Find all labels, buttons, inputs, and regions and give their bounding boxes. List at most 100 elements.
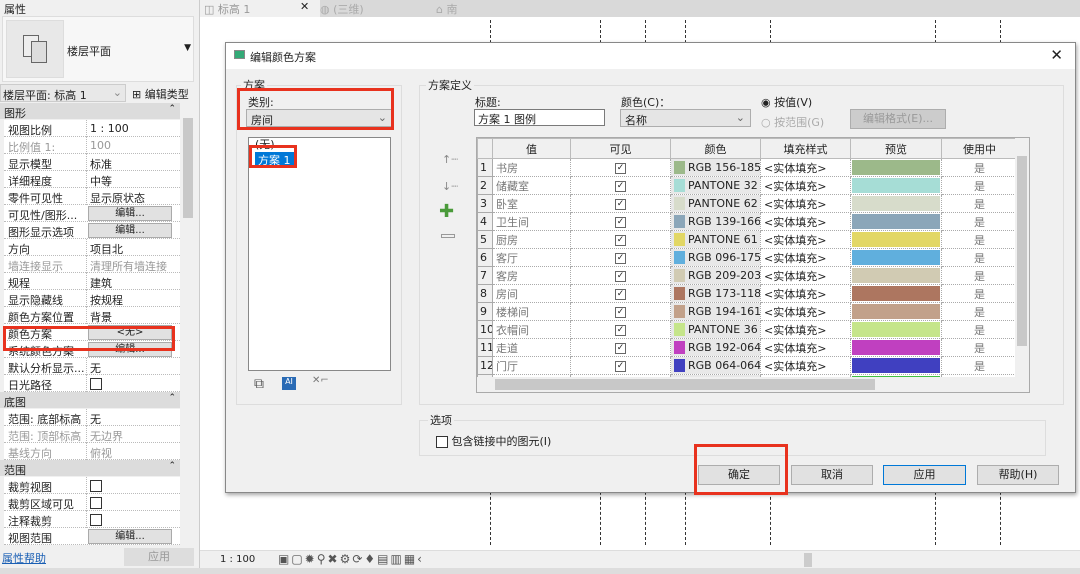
- property-button[interactable]: <无>: [88, 325, 172, 340]
- collapse-icon[interactable]: ⌃: [168, 104, 176, 114]
- collapse-icon[interactable]: ⌃: [168, 461, 176, 471]
- value-cell[interactable]: 衣帽间: [492, 320, 571, 339]
- ok-button[interactable]: 确定: [698, 465, 780, 485]
- column-header[interactable]: 预览: [850, 138, 942, 159]
- property-value[interactable]: 显示原状态: [86, 188, 180, 205]
- tab-level-1[interactable]: ◫ 标高 1 ✕: [200, 0, 320, 17]
- color-cell[interactable]: RGB 096-175-: [670, 248, 761, 267]
- column-header[interactable]: 使用中: [941, 138, 1018, 159]
- help-button[interactable]: 帮助(H): [977, 465, 1059, 485]
- visible-cell[interactable]: ✓: [570, 302, 671, 321]
- fill-pattern-cell[interactable]: <实体填充>: [760, 284, 851, 303]
- column-header[interactable]: 颜色: [670, 138, 761, 159]
- move-down-icon[interactable]: ↓┈: [442, 180, 458, 193]
- scheme-item-selected[interactable]: 方案 1: [255, 152, 294, 168]
- value-cell[interactable]: 卧室: [492, 194, 571, 213]
- table-row[interactable]: 5 厨房 ✓ PANTONE 61 <实体填充> 是: [477, 230, 1018, 249]
- property-checkbox[interactable]: [90, 514, 102, 526]
- checkbox-checked-icon[interactable]: ✓: [615, 180, 626, 192]
- checkbox-checked-icon[interactable]: ✓: [615, 288, 626, 300]
- color-cell[interactable]: RGB 173-118-: [670, 284, 761, 303]
- checkbox-checked-icon[interactable]: ✓: [615, 198, 626, 210]
- value-cell[interactable]: 厨房: [492, 230, 571, 249]
- column-header[interactable]: 填充样式: [760, 138, 851, 159]
- checkbox-checked-icon[interactable]: ✓: [615, 360, 626, 372]
- include-links-checkbox[interactable]: 包含链接中的图元(I): [436, 433, 551, 449]
- table-row[interactable]: 6 客厅 ✓ RGB 096-175- <实体填充> 是: [477, 248, 1018, 267]
- table-row[interactable]: 1 书房 ✓ RGB 156-185- <实体填充> 是: [477, 158, 1018, 177]
- remove-value-icon[interactable]: [441, 234, 455, 238]
- property-value[interactable]: 无: [86, 409, 180, 426]
- visible-cell[interactable]: ✓: [570, 212, 671, 231]
- color-cell[interactable]: RGB 064-064-: [670, 356, 761, 375]
- table-row[interactable]: 3 卧室 ✓ PANTONE 62 <实体填充> 是: [477, 194, 1018, 213]
- checkbox-checked-icon[interactable]: ✓: [615, 270, 626, 282]
- fill-pattern-cell[interactable]: <实体填充>: [760, 302, 851, 321]
- property-value[interactable]: 中等: [86, 171, 180, 188]
- visible-cell[interactable]: ✓: [570, 284, 671, 303]
- value-cell[interactable]: 房间: [492, 284, 571, 303]
- property-value[interactable]: 标准: [86, 154, 180, 171]
- fill-pattern-cell[interactable]: <实体填充>: [760, 248, 851, 267]
- table-row[interactable]: 12 门厅 ✓ RGB 064-064- <实体填充> 是: [477, 356, 1018, 375]
- apply-button[interactable]: 应用: [883, 465, 966, 485]
- checkbox-checked-icon[interactable]: ✓: [615, 234, 626, 246]
- visible-cell[interactable]: ✓: [570, 158, 671, 177]
- property-button[interactable]: 编辑...: [88, 529, 172, 544]
- checkbox-checked-icon[interactable]: ✓: [615, 216, 626, 228]
- view-selector[interactable]: 楼层平面: 标高 1 ⌄: [0, 84, 126, 102]
- edit-format-button[interactable]: 编辑格式(E)...: [850, 109, 946, 129]
- delete-scheme-icon[interactable]: ✕⌐: [312, 375, 329, 386]
- scheme-list[interactable]: (无) 方案 1: [248, 137, 391, 371]
- property-value[interactable]: 背景: [86, 307, 180, 324]
- fill-pattern-cell[interactable]: <实体填充>: [760, 356, 851, 375]
- scrollbar-thumb[interactable]: [183, 118, 193, 218]
- property-checkbox[interactable]: [90, 497, 102, 509]
- property-checkbox[interactable]: [90, 480, 102, 492]
- section-header[interactable]: 图形 ⌃: [0, 103, 180, 120]
- property-button[interactable]: 编辑...: [88, 206, 172, 221]
- fill-pattern-cell[interactable]: <实体填充>: [760, 212, 851, 231]
- table-row[interactable]: 8 房间 ✓ RGB 173-118- <实体填充> 是: [477, 284, 1018, 303]
- color-cell[interactable]: PANTONE 61: [670, 230, 761, 249]
- duplicate-scheme-icon[interactable]: ⧉: [254, 376, 264, 392]
- fill-pattern-cell[interactable]: <实体填充>: [760, 230, 851, 249]
- properties-scrollbar[interactable]: [181, 104, 195, 548]
- value-cell[interactable]: 储藏室: [492, 176, 571, 195]
- table-vertical-scrollbar[interactable]: [1015, 138, 1029, 378]
- fill-pattern-cell[interactable]: <实体填充>: [760, 266, 851, 285]
- visible-cell[interactable]: ✓: [570, 194, 671, 213]
- category-select[interactable]: 房间 ⌄: [246, 109, 393, 127]
- visible-cell[interactable]: ✓: [570, 176, 671, 195]
- fill-pattern-cell[interactable]: <实体填充>: [760, 176, 851, 195]
- fill-pattern-cell[interactable]: <实体填充>: [760, 194, 851, 213]
- dropdown-arrow-icon[interactable]: ▼: [184, 43, 191, 53]
- section-header[interactable]: 范围 ⌃: [0, 460, 180, 477]
- property-value[interactable]: 清理所有墙连接: [86, 256, 180, 273]
- scheme-item[interactable]: (无): [249, 138, 390, 152]
- visible-cell[interactable]: ✓: [570, 320, 671, 339]
- value-cell[interactable]: 楼梯间: [492, 302, 571, 321]
- value-cell[interactable]: 门厅: [492, 356, 571, 375]
- value-cell[interactable]: 客房: [492, 266, 571, 285]
- fill-pattern-cell[interactable]: <实体填充>: [760, 338, 851, 357]
- value-cell[interactable]: 走道: [492, 338, 571, 357]
- table-row[interactable]: 4 卫生间 ✓ RGB 139-166- <实体填充> 是: [477, 212, 1018, 231]
- color-cell[interactable]: RGB 192-064-: [670, 338, 761, 357]
- property-value[interactable]: 100: [86, 137, 180, 154]
- property-value[interactable]: 无: [86, 358, 180, 375]
- visible-cell[interactable]: ✓: [570, 248, 671, 267]
- table-row[interactable]: 11 走道 ✓ RGB 192-064- <实体填充> 是: [477, 338, 1018, 357]
- property-checkbox[interactable]: [90, 378, 102, 390]
- property-value[interactable]: 俯视: [86, 443, 180, 460]
- title-input[interactable]: 方案 1 图例: [474, 109, 605, 126]
- edit-type-button[interactable]: ⊞ 编辑类型: [130, 84, 191, 102]
- column-header[interactable]: 值: [492, 138, 571, 159]
- properties-help-link[interactable]: 属性帮助: [2, 550, 46, 566]
- checkbox-checked-icon[interactable]: ✓: [615, 342, 626, 354]
- visible-cell[interactable]: ✓: [570, 266, 671, 285]
- visible-cell[interactable]: ✓: [570, 338, 671, 357]
- tab-south[interactable]: ⌂ 南: [436, 1, 457, 17]
- property-value[interactable]: 建筑: [86, 273, 180, 290]
- color-cell[interactable]: PANTONE 32: [670, 176, 761, 195]
